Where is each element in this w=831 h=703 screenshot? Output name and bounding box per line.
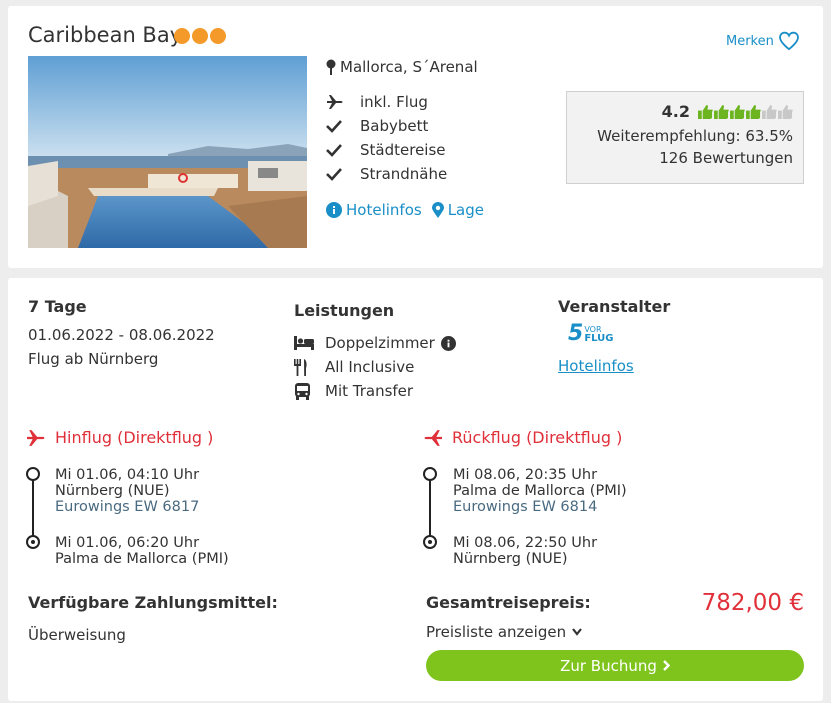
feature-item: Städtereise <box>326 138 447 162</box>
rating-box[interactable]: 4.2 Weiterempfehlung: 63.5% 126 Bewertun… <box>566 91 804 184</box>
return-title-text: Rückflug (Direktflug ) <box>452 428 623 447</box>
return-arr-time: Mi 08.06, 22:50 Uhr <box>453 535 598 551</box>
bed-icon <box>294 336 314 350</box>
leistung-label: Doppelzimmer <box>325 334 435 352</box>
hotel-image[interactable] <box>28 56 307 248</box>
duration: 7 Tage <box>28 297 87 316</box>
price-list-label: Preisliste anzeigen <box>426 623 567 641</box>
hotelinfos-link[interactable]: Hotelinfos <box>326 201 422 219</box>
star-dot <box>210 28 226 44</box>
plane-icon <box>327 95 343 109</box>
outbound-arr-time: Mi 01.06, 06:20 Uhr <box>55 535 200 551</box>
chevron-down-icon <box>572 628 582 636</box>
veranstalter-title: Veranstalter <box>558 297 671 316</box>
outbound-arr-airport: Palma de Mallorca (PMI) <box>55 551 229 567</box>
return-title: Rückflug (Direktflug ) <box>422 428 622 447</box>
thumb-up-icon <box>698 104 713 119</box>
thumb-up-icon <box>714 104 729 119</box>
star-dot <box>174 28 190 44</box>
hotel-card: Caribbean Bay Merken Mallorca, S´Arenal … <box>8 6 823 268</box>
leistung-item: All Inclusive <box>294 355 456 379</box>
thumb-up-icon <box>746 104 761 119</box>
veranstalter-hotelinfos-link[interactable]: Hotelinfos <box>558 357 634 375</box>
feature-label: Städtereise <box>360 141 446 159</box>
hotel-name[interactable]: Caribbean Bay <box>28 23 182 47</box>
leistung-item: Mit Transfer <box>294 379 456 403</box>
thumb-up-icon <box>762 104 777 119</box>
return-airline: Eurowings EW 6814 <box>453 499 598 515</box>
return-start-node <box>423 467 437 481</box>
pin-icon <box>326 59 336 75</box>
location-text: Mallorca, S´Arenal <box>340 58 478 76</box>
return-dep-time: Mi 08.06, 20:35 Uhr <box>453 467 598 483</box>
plane-red-icon <box>27 429 45 446</box>
hotel-location: Mallorca, S´Arenal <box>326 58 478 76</box>
payment-method: Überweisung <box>28 626 126 644</box>
return-arr-airport: Nürnberg (NUE) <box>453 551 568 567</box>
merken-button[interactable]: Merken <box>726 31 800 51</box>
outbound-dep-time: Mi 01.06, 04:10 Uhr <box>55 467 200 483</box>
info-circle-icon[interactable] <box>440 335 456 351</box>
total-price: 782,00 € <box>701 590 804 616</box>
feature-item: inkl. Flug <box>326 90 447 114</box>
outbound-end-node <box>26 535 40 549</box>
total-label: Gesamtreisepreis: <box>426 593 591 612</box>
cutlery-icon <box>294 358 307 376</box>
star-dot <box>192 28 208 44</box>
leistungen-title: Leistungen <box>294 301 395 320</box>
recommendation-text: Weiterempfehlung: 63.5% <box>597 127 793 145</box>
heart-icon <box>779 31 799 51</box>
leistungen-list: Doppelzimmer All Inclusive Mit Transfer <box>294 331 456 403</box>
outbound-arrival: Mi 01.06, 06:20 Uhr Palma de Mallorca (P… <box>55 535 229 567</box>
reviews-count[interactable]: 126 Bewertungen <box>567 149 793 167</box>
price-list-toggle[interactable]: Preisliste anzeigen <box>426 623 582 641</box>
book-button[interactable]: Zur Buchung <box>426 650 804 681</box>
leistung-label: Mit Transfer <box>325 382 414 400</box>
veranstalter-logo[interactable]: 5 VOR FLUG <box>568 323 614 345</box>
outbound-title: Hinflug (Direktflug ) <box>25 428 213 447</box>
hotelinfos-label: Hotelinfos <box>346 201 422 219</box>
bus-icon <box>295 382 310 400</box>
rating-score: 4.2 <box>661 102 690 121</box>
payment-title: Verfügbare Zahlungsmittel: <box>28 593 278 612</box>
check-icon <box>326 120 342 133</box>
map-pin-icon <box>431 202 444 218</box>
chevron-right-icon <box>663 660 670 671</box>
leistung-item: Doppelzimmer <box>294 331 456 355</box>
feature-list: inkl. Flug Babybett Städtereise Strandnä… <box>326 90 447 186</box>
feature-item: Strandnähe <box>326 162 447 186</box>
return-arrival: Mi 08.06, 22:50 Uhr Nürnberg (NUE) <box>453 535 597 567</box>
book-button-label: Zur Buchung <box>560 656 657 675</box>
hotel-stars <box>174 28 226 44</box>
hotel-links: Hotelinfos Lage <box>326 201 484 219</box>
outbound-departure: Mi 01.06, 04:10 Uhr Nürnberg (NUE) Eurow… <box>55 467 199 515</box>
outbound-dep-airport: Nürnberg (NUE) <box>55 483 170 499</box>
feature-label: Strandnähe <box>360 165 448 183</box>
plane-red-return-icon <box>424 429 442 446</box>
return-dep-airport: Palma de Mallorca (PMI) <box>453 483 627 499</box>
return-timeline <box>429 474 431 542</box>
thumb-up-icon <box>730 104 745 119</box>
lage-link[interactable]: Lage <box>431 201 484 219</box>
merken-label: Merken <box>726 33 774 49</box>
rating-thumbs <box>698 104 793 119</box>
travel-dates: 01.06.2022 - 08.06.2022 <box>28 326 215 344</box>
leistung-label: All Inclusive <box>325 358 415 376</box>
return-departure: Mi 08.06, 20:35 Uhr Palma de Mallorca (P… <box>453 467 627 515</box>
outbound-timeline <box>32 474 34 542</box>
return-end-node <box>423 535 437 549</box>
outbound-title-text: Hinflug (Direktflug ) <box>55 428 214 447</box>
lage-label: Lage <box>447 201 484 219</box>
feature-item: Babybett <box>326 114 447 138</box>
departure-info: Flug ab Nürnberg <box>28 350 159 368</box>
feature-label: inkl. Flug <box>360 93 428 111</box>
check-icon <box>326 168 342 181</box>
feature-label: Babybett <box>360 117 429 135</box>
offer-card: 7 Tage 01.06.2022 - 08.06.2022 Flug ab N… <box>8 278 823 701</box>
info-icon <box>326 202 342 218</box>
outbound-start-node <box>26 467 40 481</box>
thumb-up-icon <box>778 104 793 119</box>
check-icon <box>326 144 342 157</box>
outbound-airline: Eurowings EW 6817 <box>55 499 200 515</box>
